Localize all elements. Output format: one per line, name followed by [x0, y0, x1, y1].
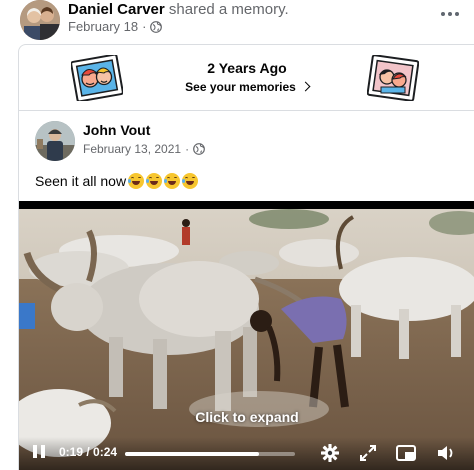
post-date[interactable]: February 18: [68, 19, 138, 34]
post-author-line: Daniel Carver shared a memory.: [68, 1, 289, 18]
video-progress-bar[interactable]: [125, 452, 295, 456]
video-progress-fill: [125, 452, 260, 456]
laughing-tears-emoji-icon: [146, 173, 163, 189]
video-player[interactable]: Click to expand 0:19 / 0:24: [19, 201, 474, 470]
more-dot-icon: [441, 12, 445, 16]
picture-in-picture-icon[interactable]: [395, 443, 417, 463]
globe-icon[interactable]: [193, 143, 205, 155]
video-time: 0:19 / 0:24: [59, 445, 118, 459]
memory-card: 2 Years Ago See your memories John Vout …: [18, 44, 474, 470]
click-to-expand-label[interactable]: Click to expand: [19, 409, 474, 425]
more-dot-icon: [455, 12, 459, 16]
inner-post-text: Seen it all now: [35, 173, 199, 189]
author-avatar[interactable]: [20, 0, 60, 40]
see-memories-label: See your memories: [185, 80, 296, 94]
laughing-tears-emoji-icon: [182, 173, 199, 189]
expand-icon[interactable]: [357, 443, 379, 463]
post-header: Daniel Carver shared a memory. February …: [0, 0, 474, 44]
inner-author-name[interactable]: John Vout: [83, 122, 150, 138]
laughing-tears-emoji-icon: [164, 173, 181, 189]
post-action-text: shared a memory.: [168, 1, 289, 18]
inner-post-date[interactable]: February 13, 2021: [83, 142, 181, 156]
memories-illustration-right: [367, 55, 419, 101]
video-frame: [19, 209, 474, 470]
inner-post-meta: February 13, 2021 ·: [83, 142, 205, 156]
gear-icon[interactable]: [319, 443, 341, 463]
post-meta: February 18 ·: [68, 19, 163, 34]
pause-icon[interactable]: [33, 445, 47, 461]
memory-banner[interactable]: 2 Years Ago See your memories: [19, 45, 474, 111]
page: Daniel Carver shared a memory. February …: [0, 0, 474, 470]
globe-icon[interactable]: [150, 20, 163, 33]
more-options-button[interactable]: [438, 4, 462, 24]
more-dot-icon: [448, 12, 452, 16]
chevron-right-icon: [300, 81, 311, 92]
post-author-name[interactable]: Daniel Carver: [68, 1, 165, 18]
inner-author-avatar[interactable]: [35, 121, 75, 161]
video-controls: 0:19 / 0:24: [19, 437, 474, 470]
inner-post-message: Seen it all now: [35, 173, 127, 189]
laughing-tears-emoji-icon: [128, 173, 145, 189]
volume-icon[interactable]: [435, 443, 457, 463]
